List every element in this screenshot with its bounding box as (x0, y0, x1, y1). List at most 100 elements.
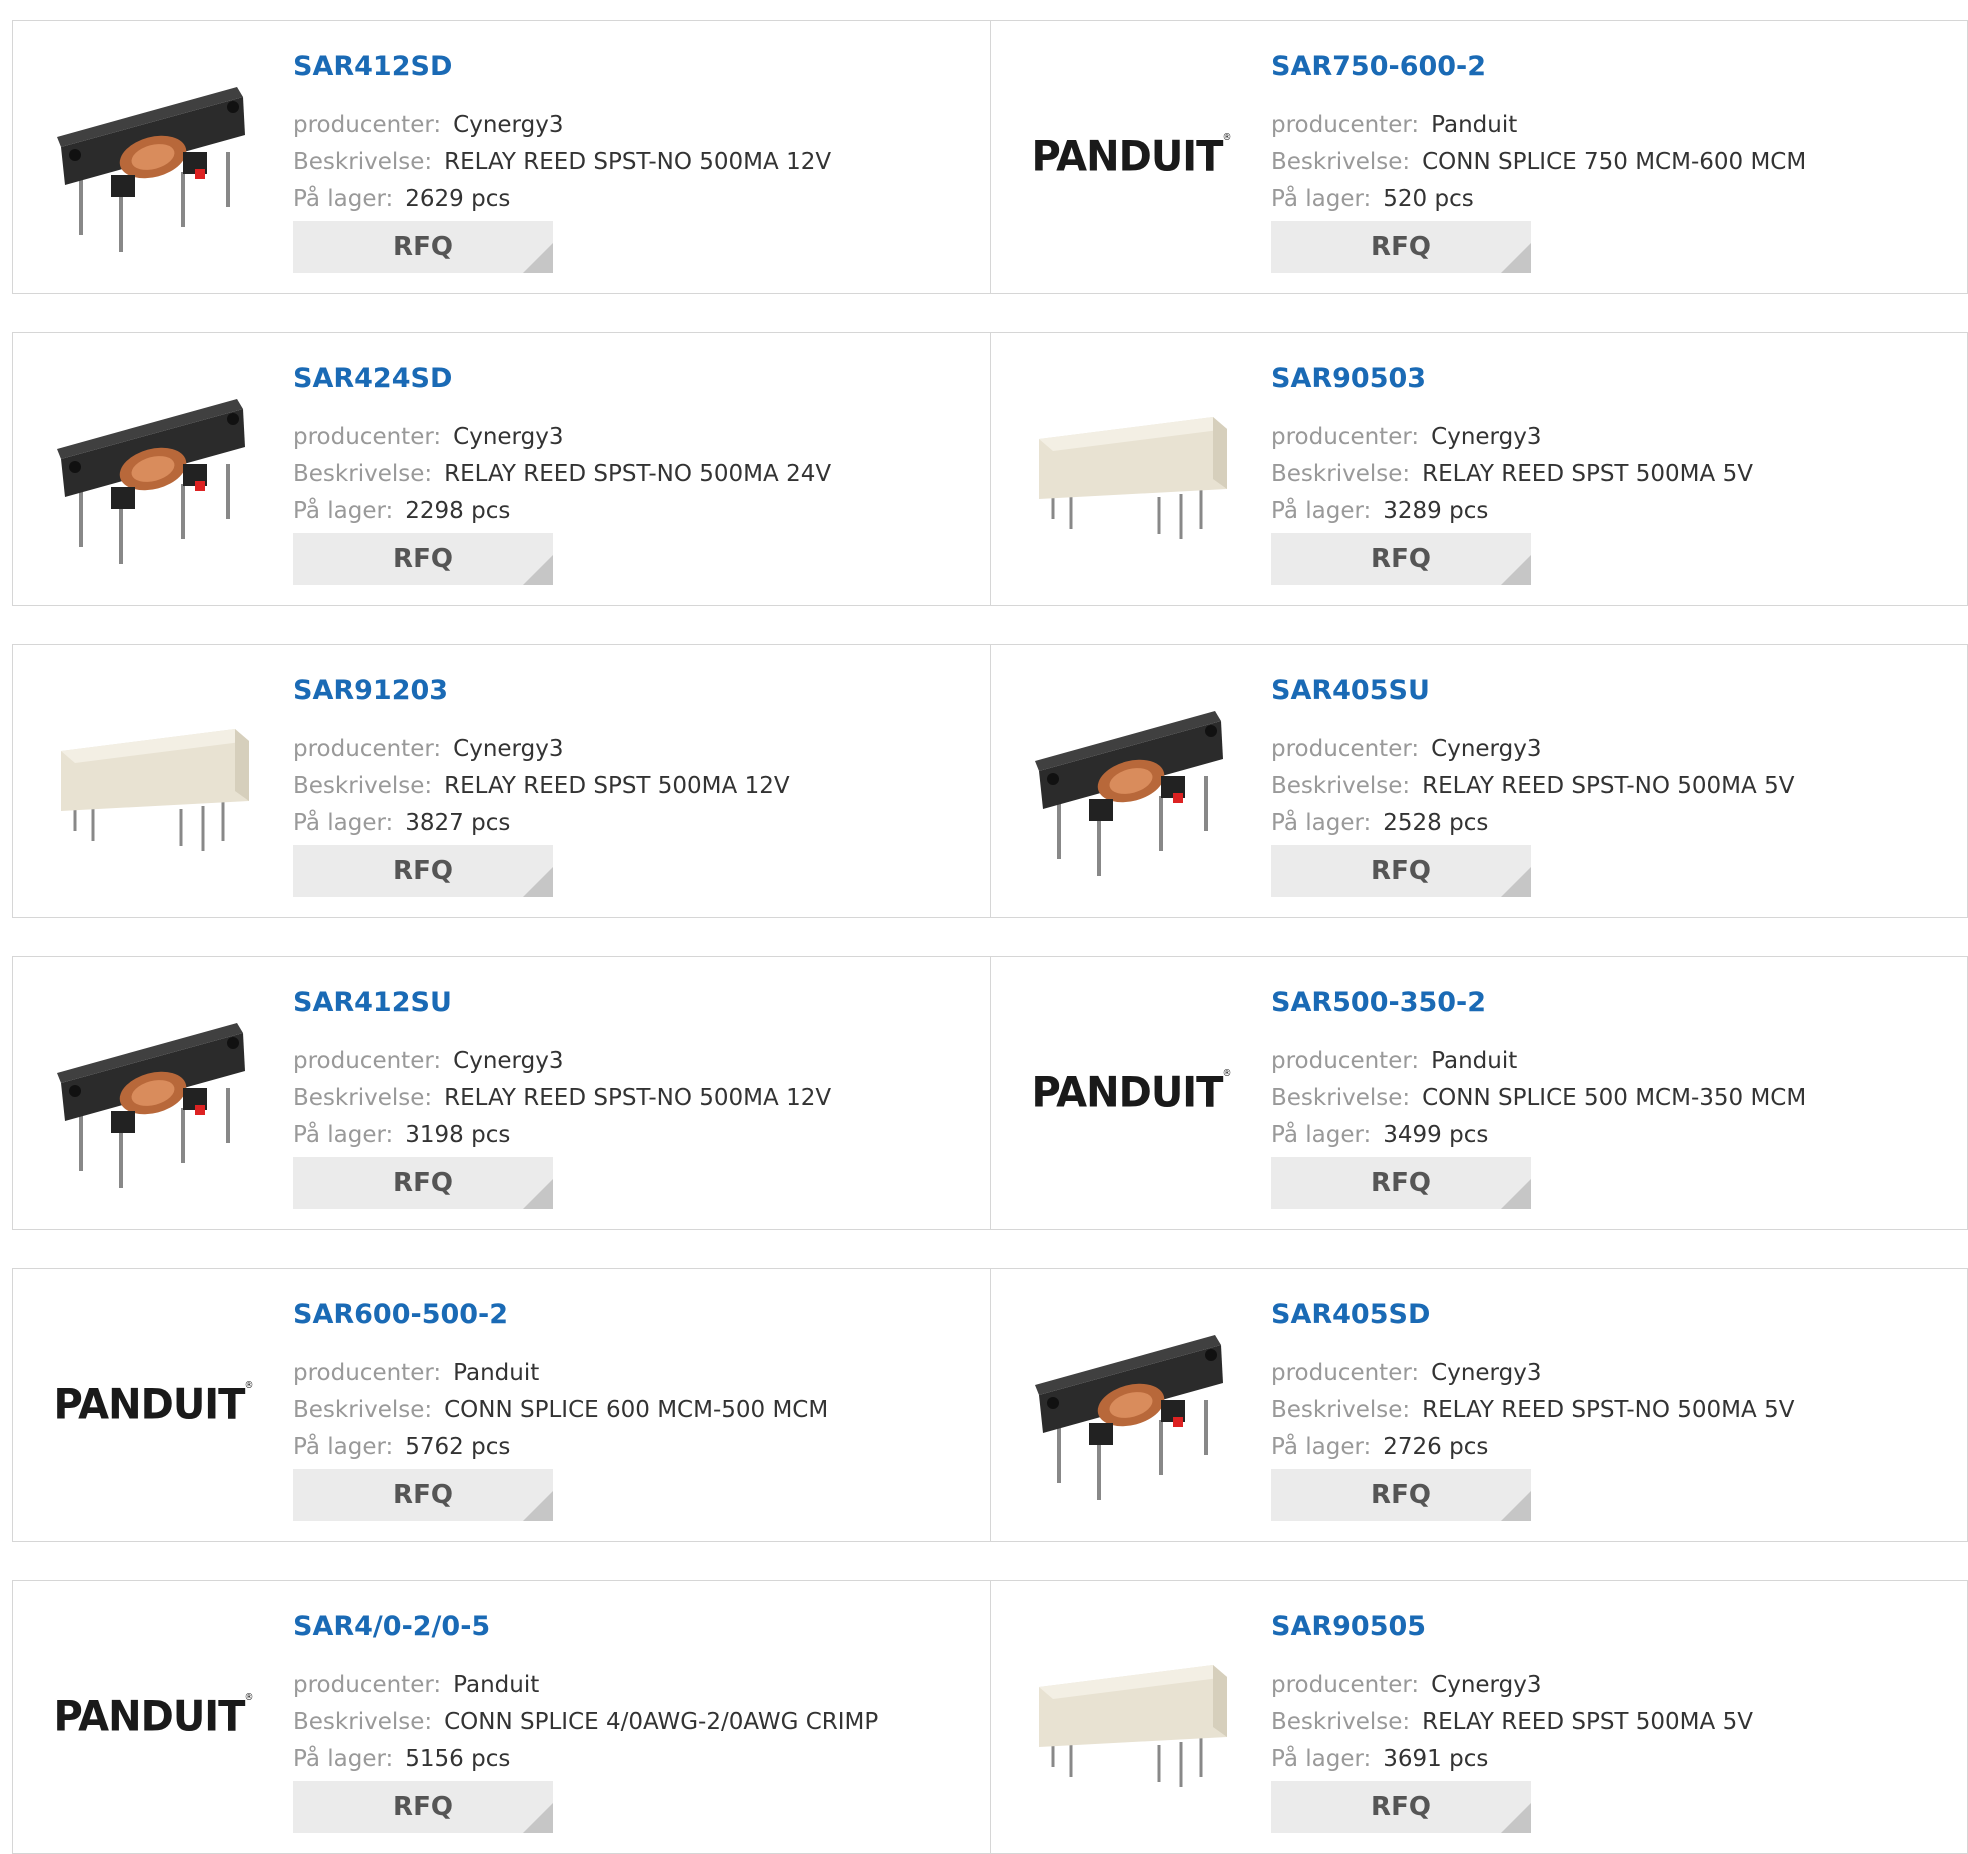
product-row: SAR91203 producenter: Cynergy3 Beskrivels… (12, 644, 1968, 918)
product-image[interactable] (1031, 1617, 1231, 1817)
stock-label: På lager: (1271, 1434, 1372, 1460)
product-title-link[interactable]: SAR405SU (1271, 675, 1430, 706)
product-image[interactable] (53, 993, 253, 1193)
product-title-link[interactable]: SAR90505 (1271, 1611, 1426, 1642)
stock-value: 5762 pcs (405, 1434, 511, 1460)
product-title-link[interactable]: SAR4/0-2/0-5 (293, 1611, 490, 1642)
stock-value: 3827 pcs (405, 810, 511, 836)
manufacturer-value: Panduit (453, 1672, 540, 1698)
product-title-link[interactable]: SAR412SD (293, 51, 452, 82)
product-image[interactable] (53, 57, 253, 257)
product-title-link[interactable]: SAR90503 (1271, 363, 1426, 394)
manufacturer-field: producenter: Cynergy3 (1271, 1667, 1753, 1704)
stock-label: På lager: (293, 1122, 394, 1148)
product-title-link[interactable]: SAR600-500-2 (293, 1299, 508, 1330)
product-image[interactable]: PANDUIT® (53, 1617, 253, 1817)
product-title-link[interactable]: SAR424SD (293, 363, 452, 394)
reed-relay-black-image (57, 399, 245, 564)
description-field: Beskrivelse: RELAY REED SPST-NO 500MA 5V (1271, 768, 1794, 805)
description-field: Beskrivelse: RELAY REED SPST-NO 500MA 12V (293, 1080, 831, 1117)
rfq-button[interactable]: RFQ (293, 533, 553, 585)
rfq-label: RFQ (393, 1480, 453, 1510)
product-image[interactable] (53, 681, 253, 881)
manufacturer-label: producenter: (1271, 736, 1420, 762)
manufacturer-field: producenter: Cynergy3 (293, 107, 831, 144)
manufacturer-label: producenter: (1271, 1672, 1420, 1698)
manufacturer-value: Cynergy3 (1431, 736, 1542, 762)
reed-relay-white-image (1039, 1665, 1227, 1787)
reed-relay-black-image (1035, 1335, 1223, 1500)
description-field: Beskrivelse: CONN SPLICE 500 MCM-350 MCM (1271, 1080, 1806, 1117)
product-image[interactable]: PANDUIT® (1031, 57, 1231, 257)
description-field: Beskrivelse: RELAY REED SPST-NO 500MA 5V (1271, 1392, 1794, 1429)
product-image[interactable] (1031, 681, 1231, 881)
description-value: RELAY REED SPST-NO 500MA 5V (1422, 1397, 1795, 1423)
stock-field: På lager: 5762 pcs (293, 1429, 828, 1466)
stock-value: 2298 pcs (405, 498, 511, 524)
stock-field: På lager: 3289 pcs (1271, 493, 1753, 530)
rfq-label: RFQ (393, 856, 453, 886)
description-value: CONN SPLICE 600 MCM-500 MCM (444, 1397, 829, 1423)
product-image[interactable] (1031, 1305, 1231, 1505)
description-value: RELAY REED SPST-NO 500MA 12V (444, 1085, 832, 1111)
product-title-link[interactable]: SAR412SU (293, 987, 452, 1018)
description-label: Beskrivelse: (293, 1397, 433, 1423)
rfq-label: RFQ (393, 232, 453, 262)
rfq-button[interactable]: RFQ (1271, 1781, 1531, 1833)
manufacturer-value: Cynergy3 (453, 736, 564, 762)
product-image[interactable] (53, 369, 253, 569)
description-field: Beskrivelse: RELAY REED SPST-NO 500MA 24V (293, 456, 831, 493)
panduit-logo-text: PANDUIT® (1031, 1068, 1231, 1118)
rfq-label: RFQ (1371, 232, 1431, 262)
rfq-button[interactable]: RFQ (1271, 533, 1531, 585)
stock-field: På lager: 3198 pcs (293, 1117, 831, 1154)
rfq-button[interactable]: RFQ (293, 1781, 553, 1833)
product-image[interactable]: PANDUIT® (1031, 993, 1231, 1193)
rfq-button[interactable]: RFQ (293, 221, 553, 273)
corner-triangle-icon (523, 555, 553, 585)
description-field: Beskrivelse: RELAY REED SPST-NO 500MA 12V (293, 144, 831, 181)
corner-triangle-icon (523, 1179, 553, 1209)
product-row: PANDUIT® SAR4/0-2/0-5 producenter: Pandui… (12, 1580, 1968, 1854)
manufacturer-field: producenter: Panduit (1271, 1043, 1806, 1080)
rfq-button[interactable]: RFQ (293, 1157, 553, 1209)
rfq-button[interactable]: RFQ (1271, 221, 1531, 273)
product-card: SAR91203 producenter: Cynergy3 Beskrivels… (13, 645, 990, 917)
description-label: Beskrivelse: (1271, 773, 1411, 799)
manufacturer-field: producenter: Cynergy3 (1271, 731, 1794, 768)
product-title-link[interactable]: SAR500-350-2 (1271, 987, 1486, 1018)
stock-label: På lager: (1271, 186, 1372, 212)
rfq-button[interactable]: RFQ (1271, 1469, 1531, 1521)
product-list: SAR412SD producenter: Cynergy3 Beskrivels… (0, 0, 1968, 1854)
product-card: SAR412SU producenter: Cynergy3 Beskrivels… (13, 957, 990, 1229)
rfq-button[interactable]: RFQ (293, 1469, 553, 1521)
product-fields: producenter: Cynergy3 Beskrivelse: RELAY R… (1271, 1355, 1794, 1466)
manufacturer-label: producenter: (1271, 424, 1420, 450)
description-field: Beskrivelse: RELAY REED SPST 500MA 5V (1271, 456, 1753, 493)
rfq-label: RFQ (1371, 856, 1431, 886)
rfq-button[interactable]: RFQ (1271, 845, 1531, 897)
product-card: SAR405SD producenter: Cynergy3 Beskrivels… (991, 1269, 1968, 1541)
stock-label: På lager: (1271, 498, 1372, 524)
rfq-label: RFQ (1371, 544, 1431, 574)
description-label: Beskrivelse: (1271, 1709, 1411, 1735)
rfq-label: RFQ (1371, 1792, 1431, 1822)
description-label: Beskrivelse: (293, 461, 433, 487)
product-title-link[interactable]: SAR750-600-2 (1271, 51, 1486, 82)
product-title-link[interactable]: SAR405SD (1271, 1299, 1430, 1330)
description-field: Beskrivelse: CONN SPLICE 600 MCM-500 MCM (293, 1392, 828, 1429)
manufacturer-label: producenter: (293, 736, 442, 762)
product-fields: producenter: Cynergy3 Beskrivelse: RELAY R… (1271, 419, 1753, 530)
product-card: PANDUIT® SAR750-600-2 producenter: Pandui… (991, 21, 1968, 293)
manufacturer-value: Cynergy3 (453, 424, 564, 450)
manufacturer-label: producenter: (293, 424, 442, 450)
product-title-link[interactable]: SAR91203 (293, 675, 448, 706)
product-image[interactable] (1031, 369, 1231, 569)
panduit-logo-text: PANDUIT® (53, 1692, 253, 1742)
product-image[interactable]: PANDUIT® (53, 1305, 253, 1505)
stock-label: På lager: (293, 1434, 394, 1460)
stock-value: 3198 pcs (405, 1122, 511, 1148)
rfq-button[interactable]: RFQ (293, 845, 553, 897)
rfq-button[interactable]: RFQ (1271, 1157, 1531, 1209)
description-value: RELAY REED SPST-NO 500MA 12V (444, 149, 832, 175)
